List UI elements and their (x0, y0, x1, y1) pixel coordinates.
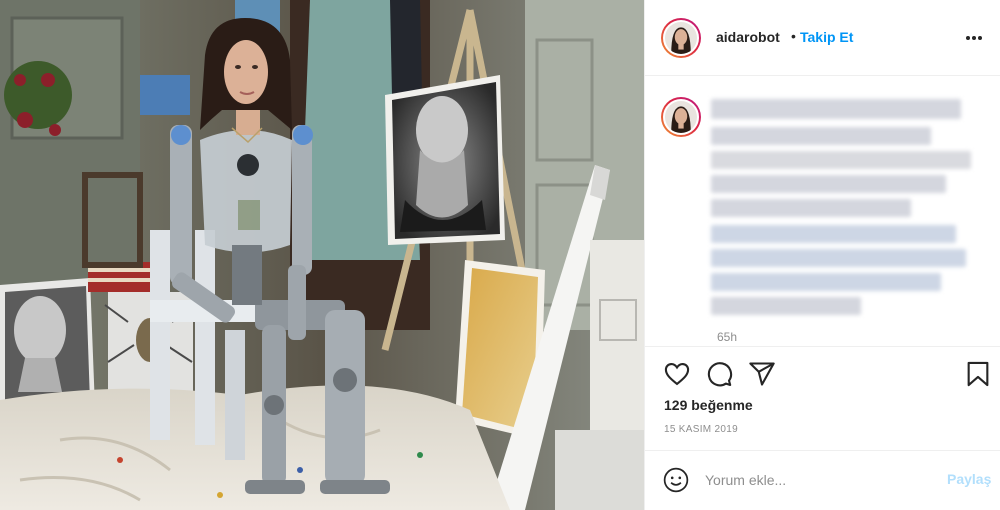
username-link[interactable]: aidarobot (716, 29, 780, 45)
heart-icon[interactable] (663, 360, 691, 388)
robot-artist-photo (0, 0, 644, 510)
profile-picture-icon (663, 20, 699, 56)
action-bar (645, 348, 1000, 392)
avatar[interactable] (661, 18, 701, 58)
separator-dot: • (791, 28, 796, 44)
post-sidebar: aidarobot • Takip Et 65h 129 beğenme 15 … (644, 0, 1000, 510)
post-header: aidarobot • Takip Et (645, 0, 1000, 76)
blurred-caption-text (711, 99, 976, 319)
more-options-icon[interactable] (966, 27, 990, 47)
profile-picture-icon (663, 99, 699, 135)
like-count[interactable]: 129 beğenme (664, 397, 753, 413)
share-icon[interactable] (748, 360, 776, 388)
caption-area: 65h (645, 77, 1000, 347)
emoji-icon[interactable] (663, 467, 689, 493)
comment-bar: Paylaş (645, 450, 1000, 510)
post-time-ago[interactable]: 65h (717, 330, 737, 344)
post-image[interactable] (0, 0, 644, 510)
bookmark-icon[interactable] (964, 360, 992, 388)
post-comment-button[interactable]: Paylaş (947, 471, 991, 487)
post-date: 15 KASIM 2019 (664, 424, 738, 435)
caption-avatar[interactable] (661, 97, 701, 137)
follow-button[interactable]: Takip Et (800, 29, 853, 45)
comment-input[interactable] (705, 468, 925, 492)
comment-icon[interactable] (705, 360, 733, 388)
